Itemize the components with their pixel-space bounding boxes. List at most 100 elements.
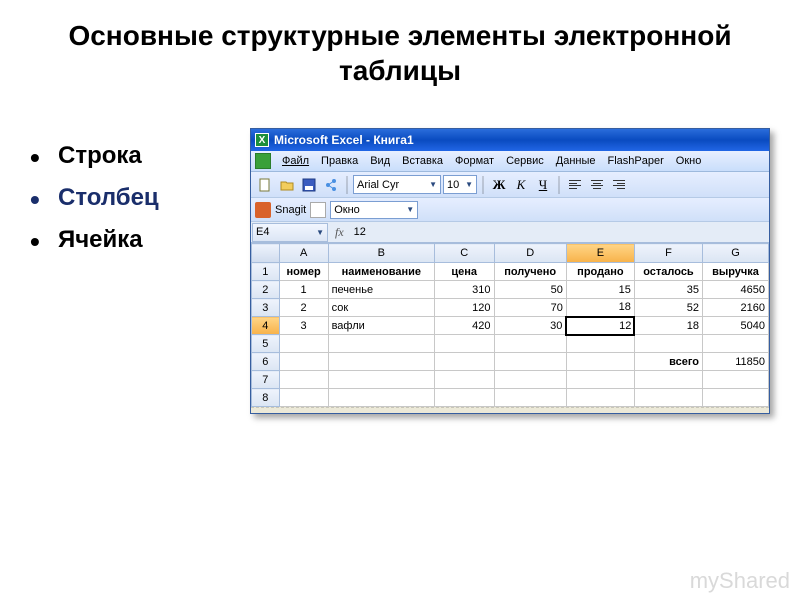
cell[interactable]: 18: [634, 317, 702, 335]
snagit-capture-icon[interactable]: [310, 202, 326, 218]
menu-window[interactable]: Окно: [671, 153, 707, 169]
cell[interactable]: [566, 353, 634, 371]
row-header-7[interactable]: 7: [252, 371, 280, 389]
cell[interactable]: номер: [279, 263, 328, 281]
cell[interactable]: 4650: [703, 281, 769, 299]
cell[interactable]: 420: [434, 317, 494, 335]
new-icon[interactable]: [255, 175, 275, 195]
row-header-8[interactable]: 8: [252, 389, 280, 407]
row-header-3[interactable]: 3: [252, 299, 280, 317]
fx-icon[interactable]: fx: [329, 225, 350, 240]
cell[interactable]: наименование: [328, 263, 434, 281]
col-header-A[interactable]: A: [279, 244, 328, 263]
cell[interactable]: выручка: [703, 263, 769, 281]
cell[interactable]: 1: [279, 281, 328, 299]
cell[interactable]: [434, 371, 494, 389]
share-icon[interactable]: [321, 175, 341, 195]
col-header-G[interactable]: G: [703, 244, 769, 263]
menu-format[interactable]: Формат: [450, 153, 499, 169]
cell[interactable]: [634, 335, 702, 353]
menu-data[interactable]: Данные: [551, 153, 601, 169]
cell[interactable]: печенье: [328, 281, 434, 299]
cell[interactable]: [279, 335, 328, 353]
align-right-button[interactable]: [609, 175, 629, 195]
row-header-5[interactable]: 5: [252, 335, 280, 353]
align-center-button[interactable]: [587, 175, 607, 195]
cell[interactable]: [328, 371, 434, 389]
spreadsheet-grid[interactable]: A B C D E F G 1 номер наименование цена …: [251, 243, 769, 407]
font-name-dropdown[interactable]: Arial Cyr▼: [353, 175, 441, 194]
cell[interactable]: 15: [566, 281, 634, 299]
row-header-4[interactable]: 4: [252, 317, 280, 335]
cell[interactable]: 35: [634, 281, 702, 299]
menu-flashpaper[interactable]: FlashPaper: [603, 153, 669, 169]
cell[interactable]: цена: [434, 263, 494, 281]
cell[interactable]: [703, 389, 769, 407]
cell[interactable]: 52: [634, 299, 702, 317]
row-header-2[interactable]: 2: [252, 281, 280, 299]
cell[interactable]: 11850: [703, 353, 769, 371]
cell[interactable]: 2: [279, 299, 328, 317]
cell[interactable]: 5040: [703, 317, 769, 335]
cell[interactable]: [279, 371, 328, 389]
cell[interactable]: [279, 353, 328, 371]
row-header-6[interactable]: 6: [252, 353, 280, 371]
cell[interactable]: 70: [494, 299, 566, 317]
cell[interactable]: [494, 335, 566, 353]
open-icon[interactable]: [277, 175, 297, 195]
cell[interactable]: получено: [494, 263, 566, 281]
col-header-E[interactable]: E: [566, 244, 634, 263]
align-left-button[interactable]: [565, 175, 585, 195]
cell[interactable]: [328, 335, 434, 353]
col-header-D[interactable]: D: [494, 244, 566, 263]
row-header-1[interactable]: 1: [252, 263, 280, 281]
cell[interactable]: [434, 389, 494, 407]
cell[interactable]: осталось: [634, 263, 702, 281]
active-cell[interactable]: 12: [566, 317, 634, 335]
menu-tools[interactable]: Сервис: [501, 153, 549, 169]
cell[interactable]: [328, 353, 434, 371]
cell[interactable]: 50: [494, 281, 566, 299]
menu-view[interactable]: Вид: [365, 153, 395, 169]
cell[interactable]: сок: [328, 299, 434, 317]
cell[interactable]: всего: [634, 353, 702, 371]
col-header-F[interactable]: F: [634, 244, 702, 263]
cell[interactable]: 120: [434, 299, 494, 317]
italic-button[interactable]: К: [511, 175, 531, 195]
font-size-dropdown[interactable]: 10▼: [443, 175, 477, 194]
snagit-window-dropdown[interactable]: Окно▼: [330, 201, 418, 219]
cell[interactable]: 310: [434, 281, 494, 299]
cell[interactable]: [434, 335, 494, 353]
cell[interactable]: вафли: [328, 317, 434, 335]
select-all-corner[interactable]: [252, 244, 280, 263]
underline-button[interactable]: Ч: [533, 175, 553, 195]
name-box[interactable]: E4▼: [252, 223, 328, 242]
cell[interactable]: 2160: [703, 299, 769, 317]
titlebar[interactable]: X Microsoft Excel - Книга1: [251, 129, 769, 151]
cell[interactable]: [566, 389, 634, 407]
cell[interactable]: [494, 389, 566, 407]
cell[interactable]: [703, 335, 769, 353]
cell[interactable]: [328, 389, 434, 407]
cell[interactable]: [434, 353, 494, 371]
save-icon[interactable]: [299, 175, 319, 195]
cell[interactable]: 3: [279, 317, 328, 335]
cell[interactable]: 30: [494, 317, 566, 335]
cell[interactable]: [566, 371, 634, 389]
cell[interactable]: [634, 389, 702, 407]
cell[interactable]: [634, 371, 702, 389]
cell[interactable]: продано: [566, 263, 634, 281]
cell[interactable]: [494, 353, 566, 371]
formula-value[interactable]: 12: [350, 226, 366, 238]
bold-button[interactable]: Ж: [489, 175, 509, 195]
cell[interactable]: [703, 371, 769, 389]
cell[interactable]: [566, 335, 634, 353]
col-header-C[interactable]: C: [434, 244, 494, 263]
cell[interactable]: 18: [566, 299, 634, 317]
col-header-B[interactable]: B: [328, 244, 434, 263]
cell[interactable]: [279, 389, 328, 407]
cell[interactable]: [494, 371, 566, 389]
menu-insert[interactable]: Вставка: [397, 153, 448, 169]
menu-edit[interactable]: Правка: [316, 153, 363, 169]
menu-file[interactable]: Файл: [277, 153, 314, 169]
